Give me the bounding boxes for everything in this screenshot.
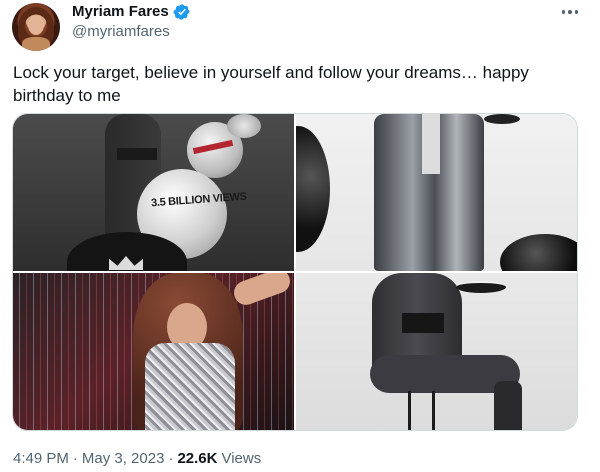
tweet-time[interactable]: 4:49 PM [13,449,69,469]
black-ball-right [500,234,577,271]
views-label: Views [221,450,262,467]
meta-separator: · [168,450,174,467]
tweet-text: Lock your target, believe in yourself an… [13,63,529,105]
black-ball-left [296,126,330,252]
figure-belt [117,148,157,160]
more-dot [568,10,572,14]
tweet-meta: 4:49 PM · May 3, 2023 · 22.6K Views [13,449,261,469]
media-grid: 3.5 BILLION VIEWS [12,113,578,431]
coat-lapel [422,114,440,174]
media-image-2[interactable] [296,114,577,271]
author-display-name[interactable]: Myriam Fares [72,2,169,22]
tweet-date[interactable]: May 3, 2023 [82,449,165,469]
media-image-4[interactable] [296,273,577,430]
corset-belt [402,313,444,333]
media-image-1[interactable]: 3.5 BILLION VIEWS [13,114,294,271]
views-count[interactable]: 22.6K [177,449,217,469]
more-options-icon[interactable] [556,2,584,22]
avatar[interactable] [12,3,60,51]
media-image-3[interactable] [13,273,294,430]
more-dot [561,10,566,14]
name-row: Myriam Fares [72,2,191,22]
stool-leg-2 [432,391,435,430]
more-dot [574,10,579,14]
verified-badge-icon[interactable] [173,3,191,21]
black-ball-top [484,114,520,124]
globe-ball-top [227,114,261,138]
black-plate [456,281,506,293]
avatar-face [28,15,44,35]
author-handle[interactable]: @myriamfares [72,22,170,42]
avatar-outfit [22,37,50,51]
leg-boot [494,381,522,430]
sparkly-corset [145,343,235,430]
stool-leg-1 [408,391,411,430]
meta-separator: · [72,450,78,467]
